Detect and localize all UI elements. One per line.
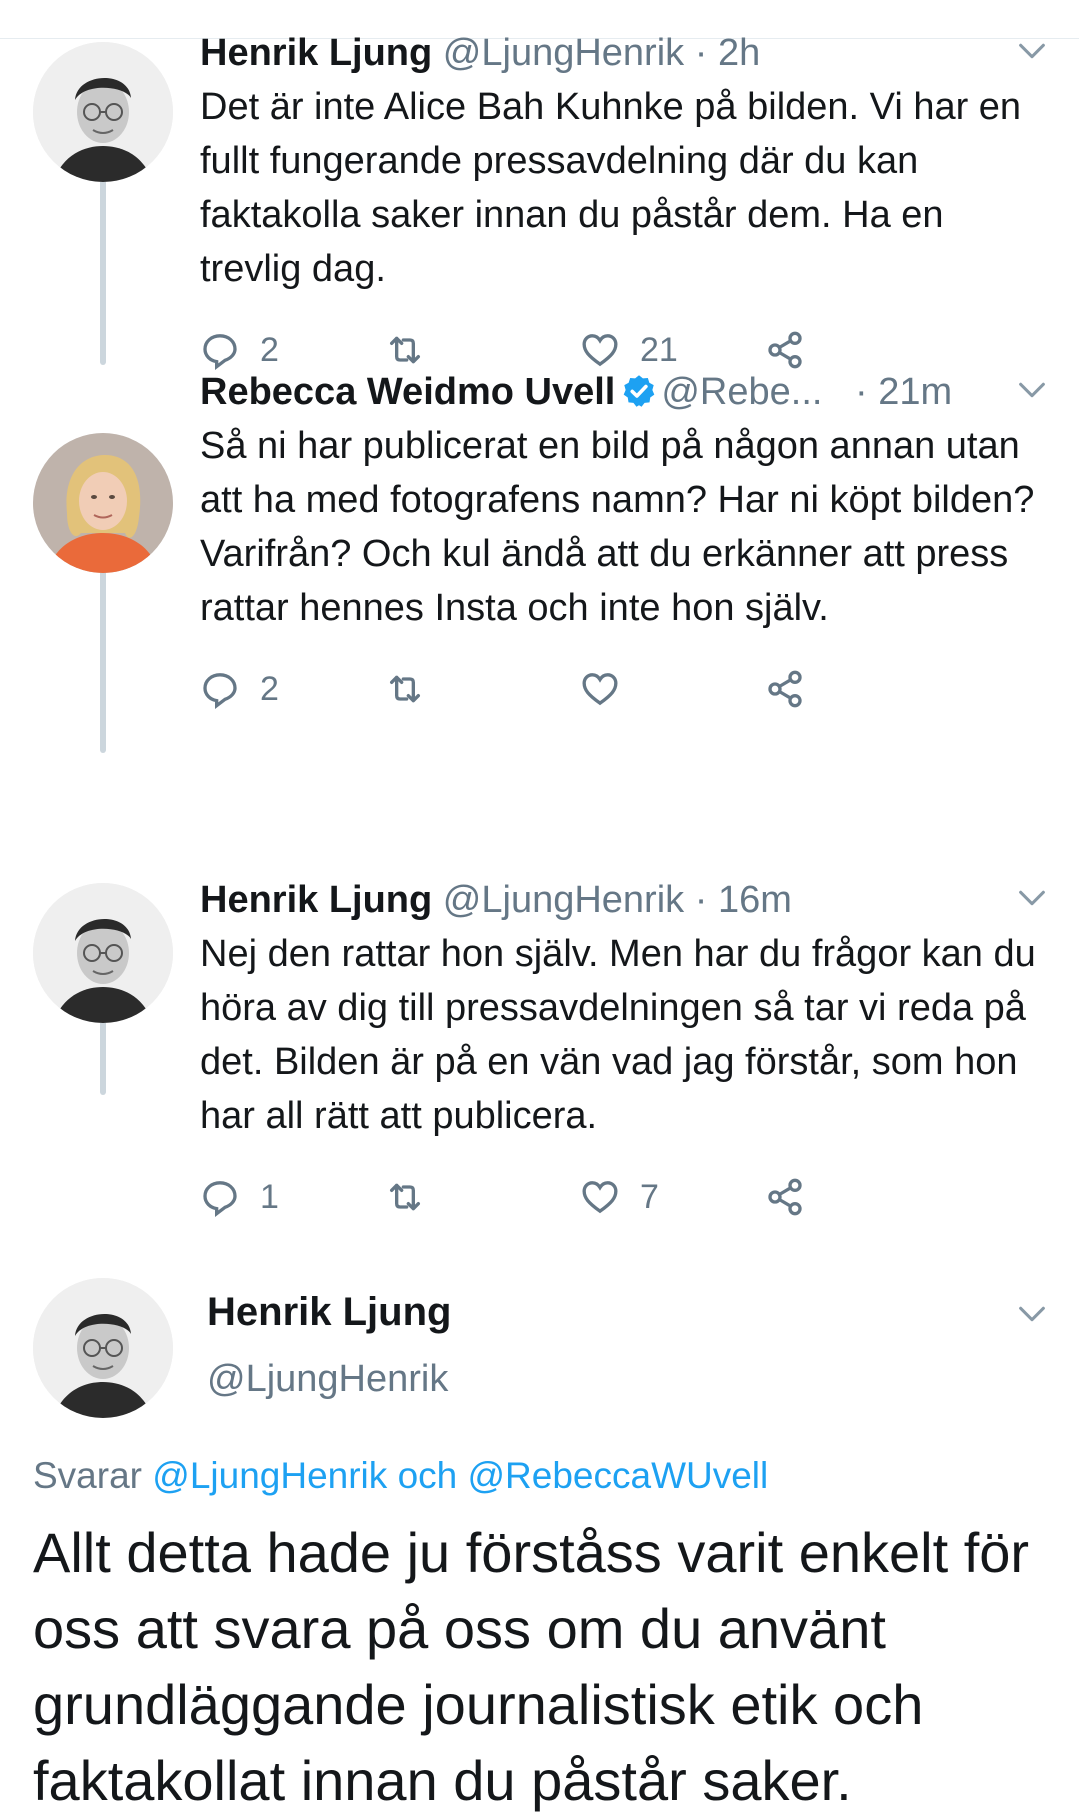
chevron-down-icon[interactable] — [1015, 1297, 1049, 1331]
like-count: 21 — [640, 330, 678, 369]
reply-icon — [203, 673, 237, 709]
separator: · — [694, 32, 708, 74]
replying-prefix: Svarar — [33, 1455, 142, 1496]
reply-count: 1 — [260, 1177, 279, 1216]
tweet-text: Så ni har publicerat en bild på någon an… — [200, 425, 1035, 629]
reply-button[interactable]: 2 — [200, 661, 279, 717]
retweet-icon — [390, 1183, 420, 1211]
author-handle[interactable]: @Rebe... — [661, 371, 822, 413]
retweet-button[interactable] — [385, 1169, 445, 1225]
avatar[interactable] — [33, 1278, 173, 1418]
share-icon — [768, 1178, 802, 1216]
tweet-text: Nej den rattar hon själv. Men har du frå… — [200, 933, 1036, 1137]
reply-button[interactable]: 1 — [200, 1169, 279, 1225]
chevron-down-icon[interactable] — [1015, 881, 1049, 915]
author-name[interactable]: Henrik Ljung — [200, 879, 432, 921]
avatar-image-henrik — [33, 1278, 173, 1418]
heart-icon — [582, 1181, 618, 1214]
thread-connector — [100, 160, 106, 365]
heart-icon — [582, 673, 618, 706]
author-handle[interactable]: @LjungHenrik — [443, 879, 684, 921]
retweet-icon — [390, 336, 420, 364]
heart-icon — [582, 334, 618, 367]
tweet-header: Rebecca Weidmo Uvell @Rebe... · 21m — [200, 367, 1049, 417]
avatar[interactable] — [33, 883, 173, 1023]
mention-link[interactable]: @RebeccaWUvell — [468, 1455, 769, 1496]
timestamp[interactable]: 21m — [878, 371, 952, 413]
tweet-header: Henrik Ljung @LjungHenrik · 2h — [200, 28, 1049, 78]
chevron-down-icon[interactable] — [1015, 373, 1049, 407]
like-button[interactable]: 7 — [580, 1169, 659, 1225]
like-button[interactable] — [580, 661, 640, 717]
share-button[interactable] — [765, 1169, 805, 1225]
timestamp[interactable]: 2h — [718, 32, 760, 74]
main-author-handle[interactable]: @LjungHenrik — [207, 1358, 448, 1401]
avatar-image-henrik — [33, 883, 173, 1023]
share-button[interactable] — [765, 661, 805, 717]
share-icon — [768, 331, 802, 369]
reply-count: 2 — [260, 330, 279, 369]
separator: · — [855, 371, 868, 413]
reply-icon — [203, 1181, 237, 1217]
author-name[interactable]: Rebecca Weidmo Uvell — [200, 371, 615, 413]
reply-icon — [203, 334, 237, 370]
timestamp[interactable]: 16m — [718, 879, 792, 921]
replying-conjunction: och — [397, 1455, 458, 1496]
verified-badge-icon — [624, 375, 655, 407]
avatar[interactable] — [33, 42, 173, 182]
chevron-down-icon[interactable] — [1015, 34, 1049, 68]
main-author-name[interactable]: Henrik Ljung — [207, 1290, 451, 1335]
separator: · — [694, 879, 708, 921]
tweet-actions: 1 7 — [200, 1169, 1049, 1225]
avatar-image-henrik — [33, 42, 173, 182]
reply-count: 2 — [260, 669, 279, 708]
like-count: 7 — [640, 1177, 659, 1216]
replying-to: Svarar @LjungHenrik och @RebeccaWUvell — [33, 1455, 768, 1497]
retweet-icon — [390, 675, 420, 703]
mention-link[interactable]: @LjungHenrik — [152, 1455, 387, 1496]
main-tweet-text: Allt detta hade ju förståss varit enkelt… — [33, 1521, 1030, 1812]
avatar-image-rebecca — [33, 433, 173, 573]
author-handle[interactable]: @LjungHenrik — [443, 32, 684, 74]
author-name[interactable]: Henrik Ljung — [200, 32, 432, 74]
retweet-button[interactable] — [385, 661, 445, 717]
share-icon — [768, 670, 802, 708]
tweet-actions: 2 — [200, 661, 1049, 717]
avatar[interactable] — [33, 433, 173, 573]
tweet-text: Det är inte Alice Bah Kuhnke på bilden. … — [200, 86, 1022, 290]
tweet-header: Henrik Ljung @LjungHenrik · 16m — [200, 875, 1049, 925]
